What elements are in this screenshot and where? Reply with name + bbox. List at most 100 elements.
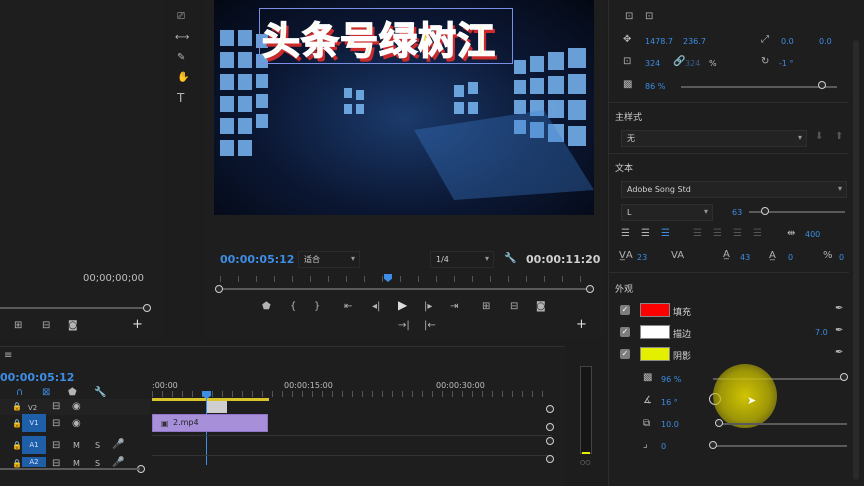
- v-scroll-knob[interactable]: [546, 455, 554, 463]
- opacity-value[interactable]: 86 %: [645, 82, 665, 91]
- play-icon[interactable]: ▶: [398, 299, 407, 311]
- resolution-select[interactable]: 1/4 ▾: [430, 251, 494, 268]
- lift-icon[interactable]: ⊞: [482, 302, 490, 312]
- a1-mute[interactable]: M: [73, 441, 80, 450]
- step-forward-icon[interactable]: |▸: [424, 302, 432, 312]
- baseline-value[interactable]: 0: [788, 253, 793, 262]
- v-scroll-knob[interactable]: [546, 423, 554, 431]
- add-marker-icon[interactable]: ⬟: [262, 302, 271, 312]
- ripple-icon[interactable]: ⟷: [175, 33, 189, 43]
- shadow-opacity-knob[interactable]: [840, 373, 848, 381]
- range-icon[interactable]: ⎚: [177, 12, 185, 22]
- eye-icon[interactable]: ◉: [72, 402, 81, 412]
- mark-in-icon[interactable]: {: [290, 302, 296, 312]
- justify-center-icon[interactable]: ☰: [713, 229, 722, 239]
- program-current-time[interactable]: 00:00:05:12: [220, 253, 294, 266]
- anchor-x[interactable]: 0.0: [781, 37, 794, 46]
- shadow-size-value[interactable]: 0: [661, 442, 666, 451]
- font-size-value[interactable]: 63: [732, 208, 742, 217]
- program-scrub-start[interactable]: [215, 285, 223, 293]
- scale-height[interactable]: 324: [685, 59, 700, 68]
- source-scrub-bar[interactable]: [0, 307, 148, 309]
- eyedropper-icon[interactable]: ✒: [835, 304, 843, 314]
- align-icon[interactable]: ⊡: [625, 12, 633, 22]
- opacity-slider-knob[interactable]: [818, 81, 826, 89]
- fill-checkbox[interactable]: ✓: [620, 305, 630, 315]
- source-scrub-end[interactable]: [143, 304, 151, 312]
- export-frame-icon[interactable]: ◙: [536, 302, 546, 312]
- wrench-icon[interactable]: 🔧: [504, 254, 516, 264]
- scale-width[interactable]: 324: [645, 59, 660, 68]
- opacity-slider[interactable]: [681, 86, 837, 88]
- v-scroll-knob[interactable]: [546, 405, 554, 413]
- font-select[interactable]: Adobe Song Std ▾: [621, 181, 847, 198]
- shadow-distance-slider[interactable]: [717, 423, 847, 425]
- meter-solo[interactable]: ○○: [580, 459, 590, 466]
- lock-icon[interactable]: 🔒: [12, 441, 22, 451]
- shadow-opacity-value[interactable]: 96 %: [661, 375, 681, 384]
- panel-scrollbar[interactable]: [853, 40, 859, 480]
- align-right-icon[interactable]: ☰: [661, 229, 670, 239]
- timeline-ruler[interactable]: [152, 391, 547, 397]
- sync-lock-icon[interactable]: ⊟: [52, 402, 60, 412]
- lock-icon[interactable]: 🔒: [12, 419, 22, 429]
- justify-right-icon[interactable]: ☰: [733, 229, 742, 239]
- track-v2-label[interactable]: V2: [28, 404, 37, 412]
- hand-icon[interactable]: ✋: [177, 73, 189, 83]
- program-ruler[interactable]: [220, 276, 590, 282]
- push-up-icon[interactable]: ⬆: [835, 132, 843, 142]
- track-v1-target[interactable]: V1: [22, 414, 46, 432]
- font-size-slider-knob[interactable]: [761, 207, 769, 215]
- button-editor-icon[interactable]: +: [576, 318, 587, 331]
- insert-icon[interactable]: ⊞: [14, 321, 22, 331]
- shadow-distance-value[interactable]: 10.0: [661, 420, 679, 429]
- shadow-size-slider[interactable]: [713, 445, 847, 447]
- program-scrub-end[interactable]: [586, 285, 594, 293]
- linked-selection-icon[interactable]: ⊠: [42, 388, 50, 398]
- rotation-value[interactable]: -1 °: [779, 59, 794, 68]
- export-frame-icon[interactable]: ◙: [68, 321, 78, 331]
- track-a2-target[interactable]: A2: [22, 457, 46, 467]
- shadow-swatch[interactable]: [640, 347, 670, 361]
- add-marker-icon[interactable]: ⬟: [68, 388, 77, 398]
- snap-icon[interactable]: ∩: [16, 388, 23, 398]
- title-clip[interactable]: [207, 401, 227, 413]
- fill-swatch[interactable]: [640, 303, 670, 317]
- a2-mute[interactable]: M: [73, 459, 80, 468]
- align-left-icon[interactable]: ☰: [621, 229, 630, 239]
- justify-all-icon[interactable]: ☰: [753, 229, 762, 239]
- stroke-width[interactable]: 7.0: [815, 328, 828, 337]
- title-text[interactable]: 头条号绿树江: [261, 10, 496, 65]
- overwrite-icon[interactable]: ⊟: [42, 321, 50, 331]
- zoom-scroll[interactable]: [0, 468, 140, 470]
- go-to-in-icon[interactable]: ⇤: [344, 302, 352, 312]
- a2-solo[interactable]: S: [95, 459, 100, 468]
- wrench-icon[interactable]: 🔧: [94, 388, 106, 398]
- leading-value[interactable]: 43: [740, 253, 750, 262]
- tsume-value[interactable]: 0: [839, 253, 844, 262]
- add-icon[interactable]: +: [132, 318, 143, 331]
- position-y[interactable]: 236.7: [683, 37, 706, 46]
- stroke-swatch[interactable]: [640, 325, 670, 339]
- align-center-icon[interactable]: ⊡: [645, 12, 653, 22]
- video-frame[interactable]: 头条号绿树江: [214, 0, 594, 215]
- trim-in-icon[interactable]: →|: [398, 321, 410, 331]
- extract-icon[interactable]: ⊟: [510, 302, 518, 312]
- panel-menu-icon[interactable]: ≡: [4, 351, 12, 361]
- font-style-select[interactable]: L ▾: [621, 204, 713, 221]
- master-style-select[interactable]: 无 ▾: [621, 130, 807, 147]
- track-a1-target[interactable]: A1: [22, 436, 46, 454]
- kerning-value[interactable]: 23: [637, 253, 647, 262]
- stroke-checkbox[interactable]: ✓: [620, 327, 630, 337]
- go-to-out-icon[interactable]: ⇥: [450, 302, 458, 312]
- anchor-y[interactable]: 0.0: [819, 37, 832, 46]
- a1-solo[interactable]: S: [95, 441, 100, 450]
- shadow-checkbox[interactable]: ✓: [620, 349, 630, 359]
- timeline-current-time[interactable]: 00:00:05:12: [0, 371, 74, 384]
- push-down-icon[interactable]: ⬇: [815, 132, 823, 142]
- shadow-size-knob[interactable]: [709, 441, 717, 449]
- mic-icon[interactable]: 🎤: [112, 458, 124, 468]
- v-scroll-knob[interactable]: [546, 437, 554, 445]
- eyedropper-icon[interactable]: ✒: [835, 326, 843, 336]
- mark-out-icon[interactable]: }: [314, 302, 320, 312]
